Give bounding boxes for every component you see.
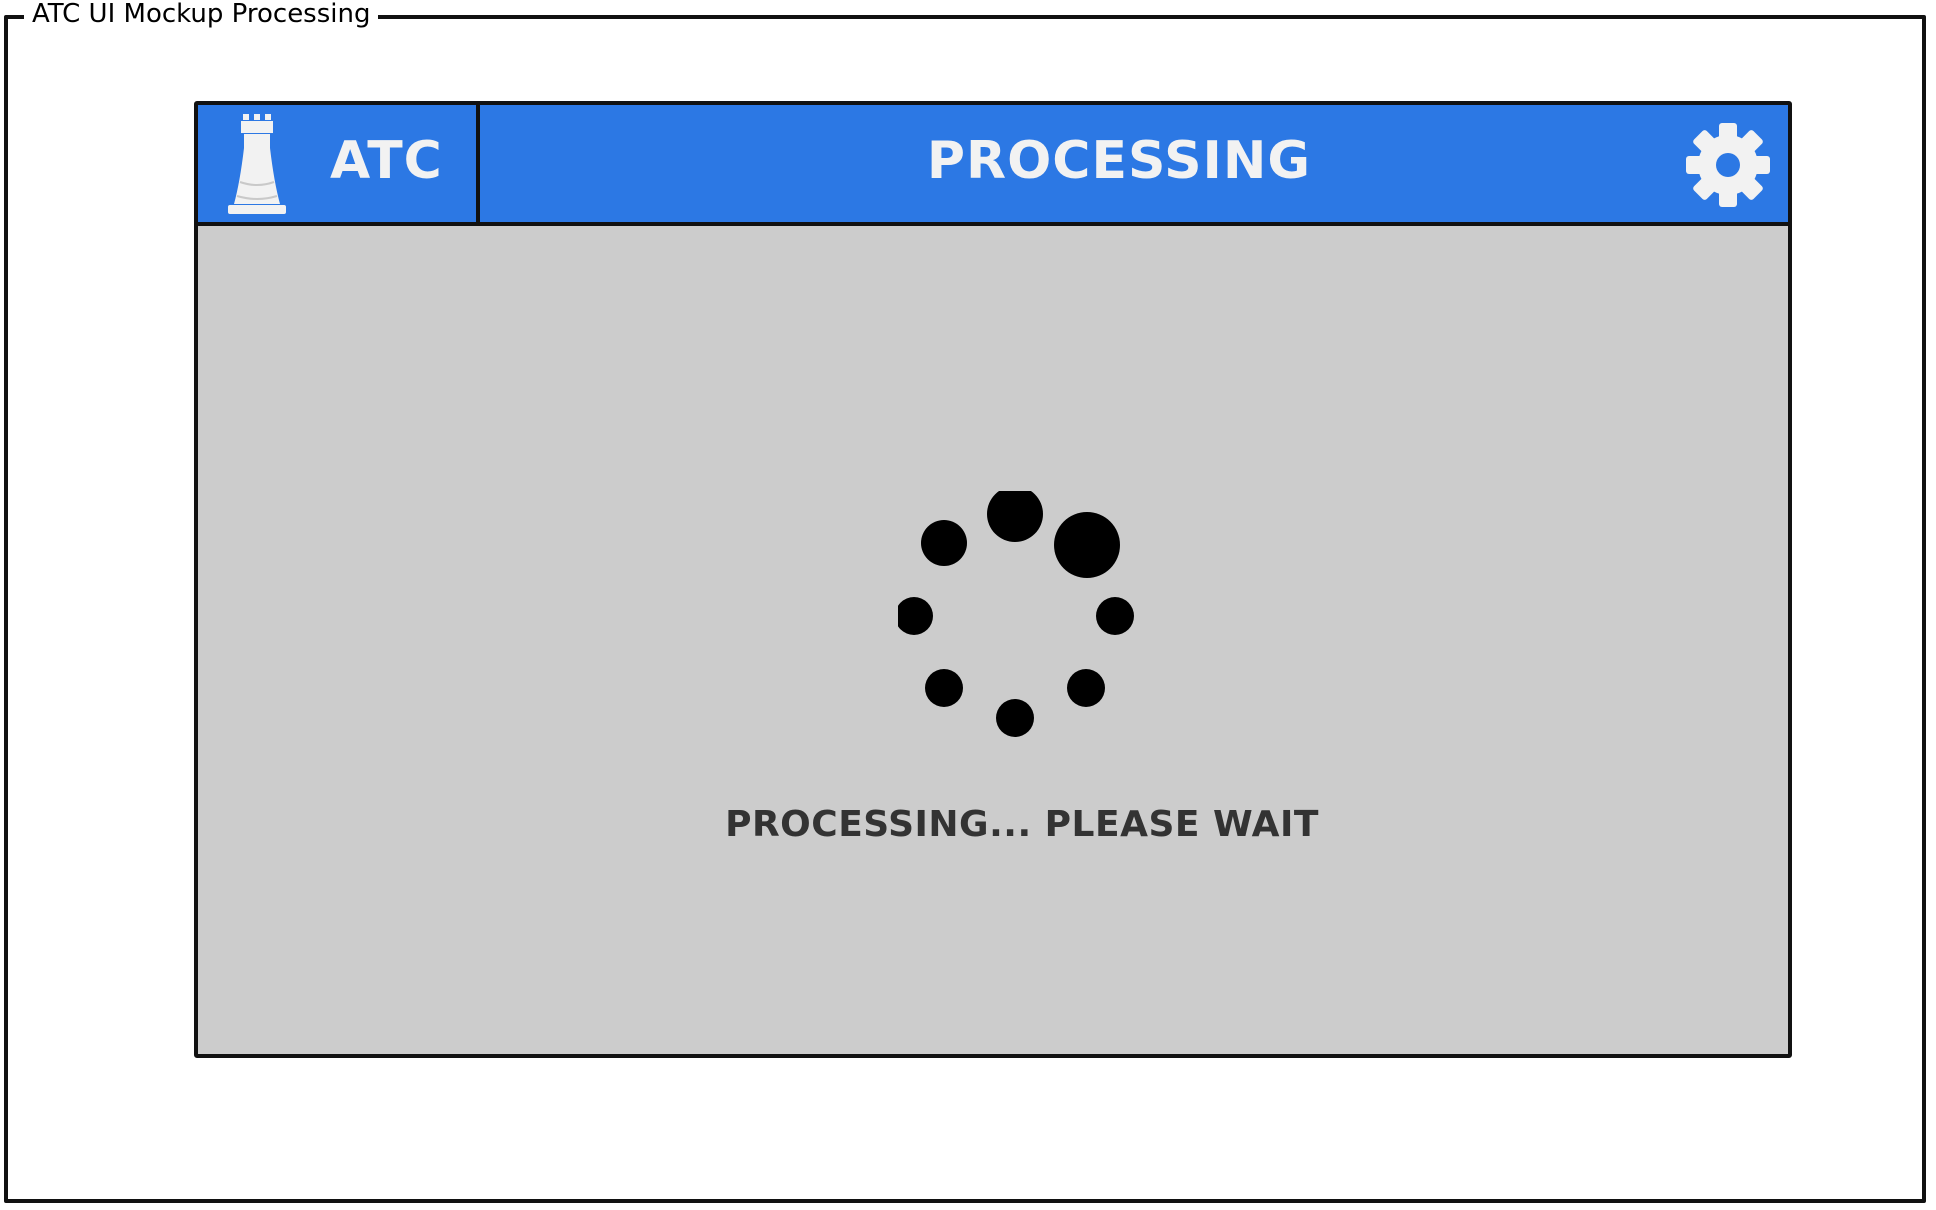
- brand-label: ATC: [330, 131, 443, 191]
- frame-title: ATC UI Mockup Processing: [24, 0, 379, 28]
- status-message: PROCESSING... PLEASE WAIT: [725, 804, 1319, 845]
- device-screen: ATC PROCESSING PROCESSING... PLEASE WAIT: [194, 101, 1792, 1058]
- header-bar: ATC PROCESSING: [198, 105, 1788, 226]
- screen-title: PROCESSING: [926, 131, 1312, 191]
- rook-icon: [228, 114, 286, 214]
- brand-area[interactable]: ATC: [198, 105, 480, 222]
- loading-spinner-icon: [898, 491, 1134, 737]
- gear-icon[interactable]: [1685, 122, 1771, 208]
